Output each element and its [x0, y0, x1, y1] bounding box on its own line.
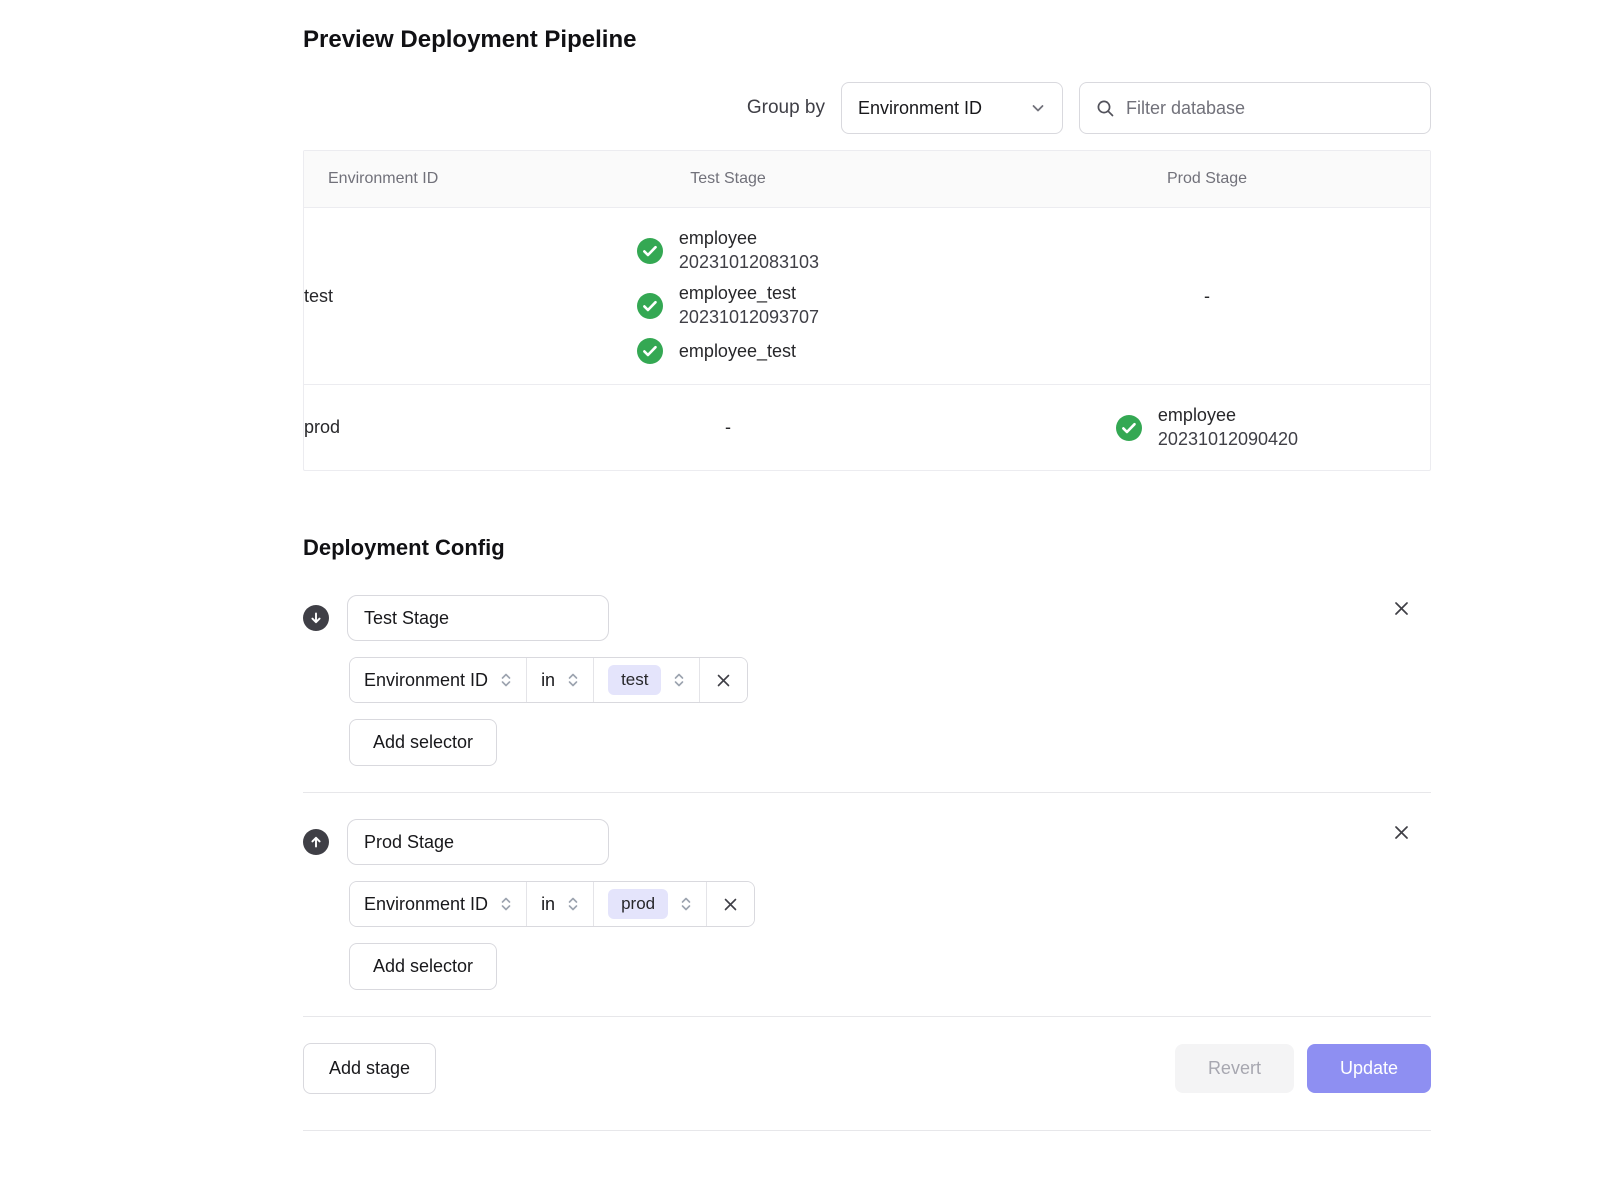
up-down-stepper-icon	[567, 671, 579, 689]
pipeline-table-header: Environment ID Test Stage Prod Stage	[304, 151, 1430, 208]
deployment-name: employee_test	[679, 341, 796, 362]
filter-database-input[interactable]	[1126, 98, 1414, 119]
up-down-stepper-icon	[500, 895, 512, 913]
selector-key-value: Environment ID	[364, 670, 488, 691]
update-button[interactable]: Update	[1307, 1044, 1431, 1093]
group-by-selected-value: Environment ID	[858, 98, 982, 119]
column-header-prod-stage: Prod Stage	[982, 151, 1432, 207]
table-row: prod - employee 20231012090420	[304, 385, 1430, 470]
group-by-label: Group by	[747, 97, 825, 119]
selector-key-select[interactable]: Environment ID	[350, 658, 527, 702]
filter-database-box	[1079, 82, 1431, 134]
close-icon	[722, 896, 739, 913]
column-header-environment-id: Environment ID	[304, 151, 474, 207]
table-row: test employee 20231012083103 employee_te…	[304, 208, 1430, 385]
selector-row: Environment ID in test	[349, 657, 1431, 703]
search-icon	[1096, 99, 1115, 118]
config-actions: Add stage Revert Update	[303, 1043, 1431, 1094]
check-circle-icon	[1116, 415, 1142, 441]
test-stage-cell: -	[474, 397, 982, 458]
empty-stage-dash: -	[725, 417, 731, 437]
deployment-config-title: Deployment Config	[303, 535, 1431, 561]
pipeline-table: Environment ID Test Stage Prod Stage tes…	[303, 150, 1431, 471]
deployment-item: employee 20231012083103	[637, 228, 819, 273]
bottom-divider	[303, 1130, 1431, 1131]
test-stage-cell: employee 20231012083103 employee_test 20…	[474, 208, 982, 384]
up-down-stepper-icon	[500, 671, 512, 689]
selector-key-value: Environment ID	[364, 894, 488, 915]
stage-config-test: Environment ID in test Add selector	[303, 595, 1431, 766]
environment-id-cell: test	[304, 266, 474, 327]
deployment-version: 20231012093707	[679, 307, 819, 328]
empty-stage-dash: -	[1204, 286, 1210, 306]
stage-name-input[interactable]	[347, 595, 609, 641]
deployment-version: 20231012090420	[1158, 429, 1298, 450]
selector-operator-value: in	[541, 894, 555, 915]
up-down-stepper-icon	[680, 895, 692, 913]
prod-stage-cell: -	[982, 266, 1432, 327]
deployment-name: employee	[1158, 405, 1298, 426]
selector-row: Environment ID in prod	[349, 881, 1431, 927]
selector-operator-value: in	[541, 670, 555, 691]
close-icon	[715, 672, 732, 689]
check-circle-icon	[637, 293, 663, 319]
column-header-test-stage: Test Stage	[474, 151, 982, 207]
selector-value-select[interactable]: prod	[594, 882, 707, 926]
arrow-down-circle-icon	[303, 605, 329, 631]
deployment-item: employee 20231012090420	[1116, 405, 1298, 450]
group-by-dropdown[interactable]: Environment ID	[841, 82, 1063, 134]
up-down-stepper-icon	[673, 671, 685, 689]
add-selector-button[interactable]: Add selector	[349, 943, 497, 990]
check-circle-icon	[637, 338, 663, 364]
deployment-version: 20231012083103	[679, 252, 819, 273]
deployment-name: employee_test	[679, 283, 819, 304]
prod-stage-cell: employee 20231012090420	[982, 385, 1432, 470]
up-down-stepper-icon	[567, 895, 579, 913]
arrow-up-circle-icon	[303, 829, 329, 855]
stage-divider	[303, 792, 1431, 793]
deployment-item: employee_test 20231012093707	[637, 283, 819, 328]
main-content: Preview Deployment Pipeline Group by Env…	[303, 0, 1431, 1131]
selector-value-chip: test	[608, 665, 661, 695]
add-selector-button[interactable]: Add selector	[349, 719, 497, 766]
chevron-down-icon	[1030, 100, 1046, 116]
selector-key-select[interactable]: Environment ID	[350, 882, 527, 926]
remove-stage-button[interactable]	[1388, 819, 1415, 846]
remove-selector-button[interactable]	[700, 658, 747, 702]
remove-stage-button[interactable]	[1388, 595, 1415, 622]
check-circle-icon	[637, 238, 663, 264]
pipeline-toolbar: Group by Environment ID	[303, 82, 1431, 134]
revert-button[interactable]: Revert	[1175, 1044, 1294, 1093]
selector-value-select[interactable]: test	[594, 658, 700, 702]
deployment-name: employee	[679, 228, 819, 249]
environment-id-cell: prod	[304, 397, 474, 458]
remove-selector-button[interactable]	[707, 882, 754, 926]
add-stage-button[interactable]: Add stage	[303, 1043, 436, 1094]
stage-divider	[303, 1016, 1431, 1017]
stage-name-input[interactable]	[347, 819, 609, 865]
selector-operator-select[interactable]: in	[527, 658, 594, 702]
page-title: Preview Deployment Pipeline	[303, 26, 1431, 54]
selector-operator-select[interactable]: in	[527, 882, 594, 926]
deployment-item: employee_test	[637, 338, 819, 364]
stage-config-prod: Environment ID in prod Add selector	[303, 819, 1431, 990]
selector-value-chip: prod	[608, 889, 668, 919]
